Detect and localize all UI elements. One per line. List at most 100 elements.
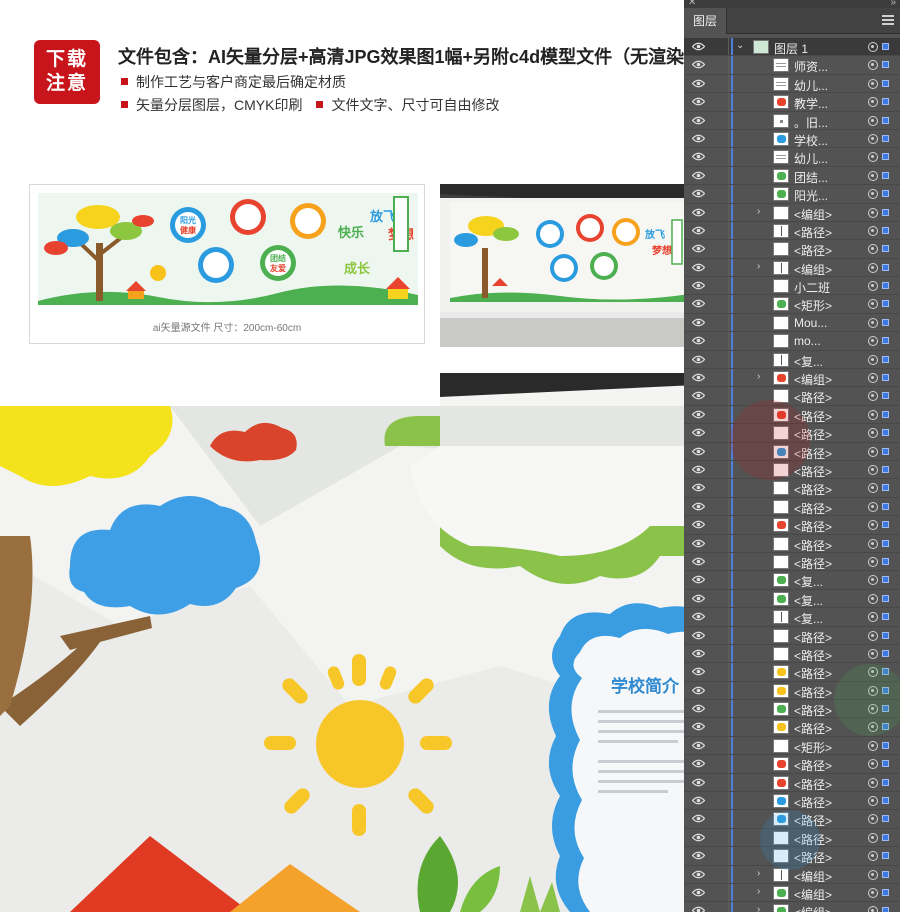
layer-name[interactable]: 团结... [794,169,828,186]
layer-row[interactable]: 。旧... [684,111,900,131]
layer-name[interactable]: <路径> [794,242,832,259]
layer-name[interactable]: 。旧... [794,114,828,131]
eye-icon[interactable] [692,686,705,695]
target-circle-icon[interactable] [868,667,878,678]
layer-row[interactable]: <路径> [684,828,900,848]
layer-name[interactable]: <路径> [794,776,832,793]
tab-layers[interactable]: 图层 [684,8,728,34]
target-circle-icon[interactable] [868,593,878,604]
eye-icon[interactable] [692,299,705,308]
layer-row[interactable]: <复... [684,350,900,370]
eye-icon[interactable] [692,134,705,143]
eye-icon[interactable] [692,116,705,125]
target-circle-icon[interactable] [868,373,878,384]
eye-icon[interactable] [692,281,705,290]
eye-icon[interactable] [692,244,705,253]
eye-icon[interactable] [692,226,705,235]
eye-icon[interactable] [692,520,705,529]
layer-row[interactable]: <复... [684,571,900,590]
chevron-right-icon[interactable]: › [757,904,760,912]
layer-name[interactable]: <复... [794,610,823,627]
layer-row[interactable]: <路径> [684,773,900,793]
layer-row[interactable]: <路径> [684,552,900,572]
layer-name[interactable]: <路径> [794,537,832,554]
layer-name[interactable]: <编组> [794,904,832,912]
layer-name[interactable]: 教学... [794,95,828,112]
layer-row[interactable]: 幼儿... [684,148,900,167]
target-circle-icon[interactable] [868,722,878,733]
eye-icon[interactable] [692,502,705,511]
layer-name[interactable]: <路径> [794,831,832,848]
selection-square-icon[interactable] [882,797,889,805]
layer-row[interactable]: <路径> [684,681,900,701]
layer-name[interactable]: <路径> [794,720,832,737]
layer-row[interactable]: <路径> [684,479,900,498]
target-circle-icon[interactable] [868,391,878,402]
layer-name[interactable]: <路径> [794,426,832,443]
target-circle-icon[interactable] [868,244,878,255]
target-circle-icon[interactable] [868,97,878,108]
selection-square-icon[interactable] [882,410,889,418]
eye-icon[interactable] [692,759,705,768]
eye-icon[interactable] [692,851,705,860]
layer-row[interactable]: <路径> [684,755,900,774]
eye-icon[interactable] [692,796,705,805]
target-circle-icon[interactable] [868,630,878,641]
target-circle-icon[interactable] [868,446,878,457]
target-circle-icon[interactable] [868,740,878,751]
layer-name[interactable]: <路径> [794,757,832,774]
target-circle-icon[interactable] [868,60,878,71]
chevron-right-icon[interactable]: › [757,261,760,272]
selection-square-icon[interactable] [882,705,889,713]
layer-row[interactable]: <矩形> [684,295,900,314]
selection-square-icon[interactable] [882,337,889,345]
eye-icon[interactable] [692,189,705,198]
selection-square-icon[interactable] [882,190,889,198]
selection-square-icon[interactable] [882,852,889,860]
selection-square-icon[interactable] [882,208,889,216]
target-circle-icon[interactable] [868,262,878,273]
layer-row[interactable]: Mou... [684,313,900,333]
layer-row[interactable]: <路径> [684,810,900,829]
eye-icon[interactable] [692,79,705,88]
target-circle-icon[interactable] [868,483,878,494]
target-circle-icon[interactable] [868,796,878,807]
target-circle-icon[interactable] [868,777,878,788]
layer-row[interactable]: › <编组> [684,865,900,884]
layer-name[interactable]: 师资... [794,58,828,75]
layer-name[interactable]: <路径> [794,702,832,719]
selection-square-icon[interactable] [882,631,889,639]
eye-icon[interactable] [692,557,705,566]
layer-name[interactable]: <编组> [794,371,832,388]
selection-square-icon[interactable] [882,171,889,179]
selection-square-icon[interactable] [882,870,889,878]
eye-icon[interactable] [692,870,705,879]
layer-row-main[interactable]: ⌄ 图层 1 [684,38,900,57]
layer-row[interactable]: 小二班 [684,277,900,296]
selection-square-icon[interactable] [882,134,889,142]
selection-square-icon[interactable] [882,374,889,382]
layer-name[interactable]: 小二班 [794,279,830,296]
eye-icon[interactable] [692,263,705,272]
layer-row[interactable]: › <编组> [684,902,900,912]
layer-row[interactable]: <路径> [684,534,900,554]
layer-name[interactable]: <路径> [794,481,832,498]
eye-icon[interactable] [692,355,705,364]
layer-name[interactable]: Mou... [794,316,827,330]
target-circle-icon[interactable] [868,42,878,52]
layer-name[interactable]: <路径> [794,518,832,535]
target-circle-icon[interactable] [868,575,878,586]
layer-row[interactable]: 阳光... [684,185,900,204]
layer-row[interactable]: <路径> [684,221,900,241]
layer-row[interactable]: 师资... [684,56,900,75]
selection-square-icon[interactable] [882,502,889,510]
target-circle-icon[interactable] [868,556,878,567]
layer-name[interactable]: <路径> [794,463,832,480]
selection-square-icon[interactable] [882,760,889,768]
selection-square-icon[interactable] [882,613,889,621]
selection-square-icon[interactable] [882,465,889,473]
selection-square-icon[interactable] [882,557,889,565]
layer-name[interactable]: 阳光... [794,187,828,204]
collapse-icon[interactable]: » [890,0,896,8]
eye-icon[interactable] [692,42,705,51]
